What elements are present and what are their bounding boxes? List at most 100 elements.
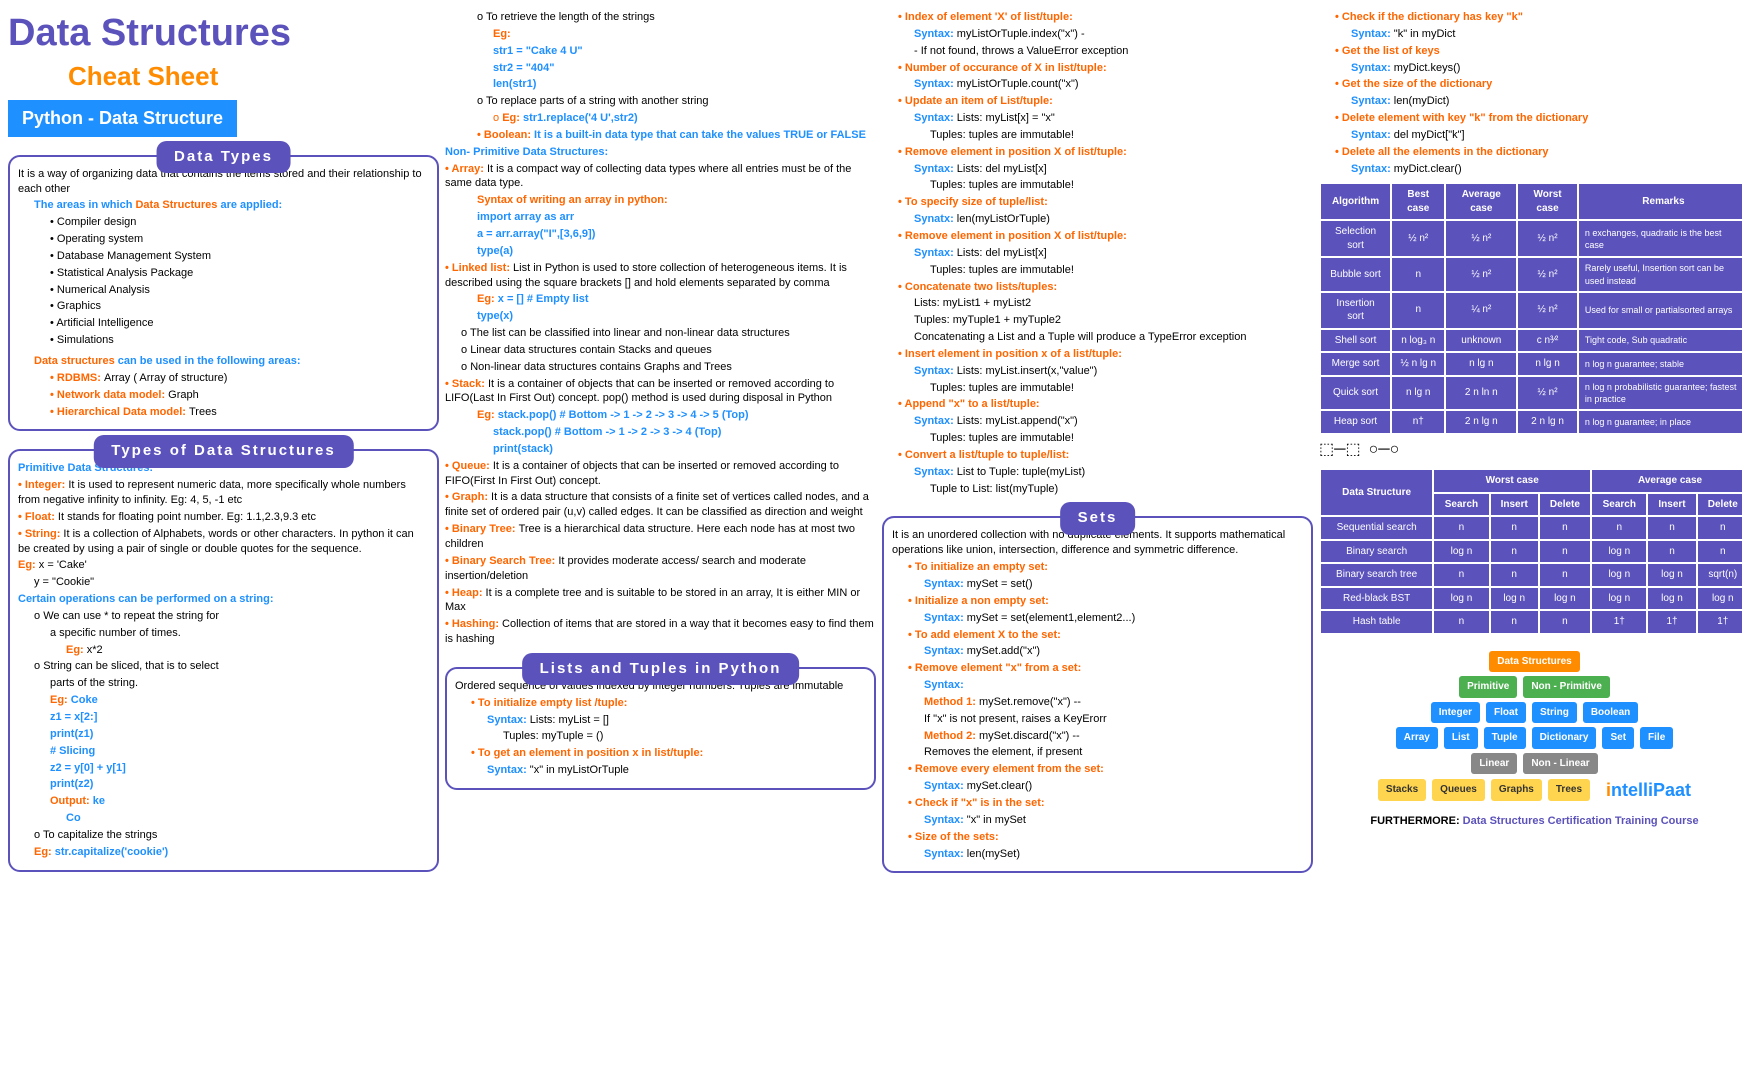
code-example: Syntax: "x" in mySet <box>892 813 1303 828</box>
table-header: Best case <box>1391 183 1445 220</box>
list-item: Graph: It is a data structure that consi… <box>445 490 876 520</box>
table-cell: log n <box>1591 587 1647 611</box>
table-cell: n <box>1647 540 1696 564</box>
body-text: a specific number of times. <box>18 626 429 641</box>
code-example: y = "Cookie" <box>18 575 429 590</box>
table-cell: n log n guarantee; stable <box>1578 352 1742 376</box>
list-item: We can use * to repeat the string for <box>18 609 429 624</box>
table-cell: log n <box>1433 587 1489 611</box>
table-header: Delete <box>1697 493 1742 517</box>
table-cell: log n <box>1591 540 1647 564</box>
table-cell: unknown <box>1445 329 1517 353</box>
code-example: Syntax: "x" in myListOrTuple <box>455 763 866 778</box>
table-row: Merge sort½ n lg nn lg nn lg nn log n gu… <box>1320 352 1742 376</box>
table-cell: n <box>1490 610 1539 634</box>
code-example: Syntax: Lists: myList = [] <box>455 713 866 728</box>
code-example: Method 2: mySet.discard("x") -- <box>892 729 1303 744</box>
footer-link[interactable]: Data Structures Certification Training C… <box>1463 815 1699 827</box>
body-text: Tuples: tuples are immutable! <box>882 381 1313 396</box>
table-cell: ½ n² <box>1517 292 1578 329</box>
table-cell: Used for small or partialsorted arrays <box>1578 292 1742 329</box>
list-item: String: It is a collection of Alphabets,… <box>18 527 429 557</box>
subheading: Get the list of keys <box>1319 44 1742 59</box>
list-item: Hashing: Collection of items that are st… <box>445 617 876 647</box>
subheading: Convert a list/tuple to tuple/list: <box>882 448 1313 463</box>
subheading: Index of element 'X' of list/tuple: <box>882 10 1313 25</box>
table-row: Shell sortn log₃ nunknownc n³⁄²Tight cod… <box>1320 329 1742 353</box>
list-item: RDBMS: Array ( Array of structure) <box>18 371 429 386</box>
code-example: Syntax: Lists: myList[x] = "x" <box>882 111 1313 126</box>
table-header: Search <box>1433 493 1489 517</box>
tree-node: List <box>1444 727 1478 749</box>
table-cell: n <box>1391 257 1445 291</box>
subheading: Delete element with key "k" from the dic… <box>1319 111 1742 126</box>
table-cell: 1† <box>1647 610 1696 634</box>
sets-heading: Sets <box>1060 502 1136 534</box>
tree-root: Data Structures <box>1489 651 1579 673</box>
body-text: The areas in which Data Structures are a… <box>18 198 429 213</box>
code-example: Eg: x = 'Cake' <box>18 558 429 573</box>
code-example: Syntax: "k" in myDict <box>1319 27 1742 42</box>
code-example: stack.pop() # Bottom -> 1 -> 2 -> 3 -> 4… <box>445 425 876 440</box>
subheading: To initialize empty list /tuple: <box>455 696 866 711</box>
topic-badge: Python - Data Structure <box>8 100 237 136</box>
code-example: Synatx: len(myListOrTuple) <box>882 212 1313 227</box>
table-cell: ¼ n² <box>1445 292 1517 329</box>
table-cell: Shell sort <box>1320 329 1391 353</box>
subheading: Check if the dictionary has key "k" <box>1319 10 1742 25</box>
table-cell: log n <box>1647 563 1696 587</box>
tree-node: Graphs <box>1491 779 1542 801</box>
table-cell: log n <box>1591 563 1647 587</box>
body-text: Removes the element, if present <box>892 745 1303 760</box>
table-header: Search <box>1591 493 1647 517</box>
code-example: Eg: str.capitalize('cookie') <box>18 845 429 860</box>
table-row: Heap sortn†2 n lg n2 n lg nn log n guara… <box>1320 410 1742 434</box>
table-cell: 2 n ln n <box>1445 376 1517 410</box>
table-cell: n <box>1591 516 1647 540</box>
table-cell: log n <box>1490 587 1539 611</box>
subheading: Remove element in position X of list/tup… <box>882 229 1313 244</box>
code-example: Syntax: del myDict["k"] <box>1319 128 1742 143</box>
table-cell: ½ n² <box>1517 257 1578 291</box>
subheading: Concatenate two lists/tuples: <box>882 280 1313 295</box>
list-item: Simulations <box>18 333 429 348</box>
tree-node: Tuple <box>1484 727 1526 749</box>
tree-node: Integer <box>1431 702 1480 724</box>
table-cell: ½ n² <box>1517 376 1578 410</box>
list-item: String can be sliced, that is to select <box>18 659 429 674</box>
subheading: Remove element "x" from a set: <box>892 661 1303 676</box>
list-item: Non-linear data structures contains Grap… <box>445 360 876 375</box>
tree-node: Non - Primitive <box>1523 676 1610 698</box>
table-header: Worst case <box>1517 183 1578 220</box>
table-row: Quick sortn lg n2 n ln n½ n²n log n prob… <box>1320 376 1742 410</box>
body-text: Tuples: tuples are immutable! <box>882 431 1313 446</box>
table-cell: n <box>1490 563 1539 587</box>
code-example: a = arr.array("I",[3,6,9]) <box>445 227 876 242</box>
table-cell: n lg n <box>1517 352 1578 376</box>
table-cell: Insertion sort <box>1320 292 1391 329</box>
sub-title: Cheat Sheet <box>68 59 439 94</box>
subheading: To add element X to the set: <box>892 628 1303 643</box>
code-example: Syntax: mySet = set(element1,element2...… <box>892 611 1303 626</box>
code-output: Co <box>18 811 429 826</box>
table-header: Algorithm <box>1320 183 1391 220</box>
table-header: Average case <box>1591 469 1742 493</box>
code-example: # Slicing <box>18 744 429 759</box>
body-text: Tuples: tuples are immutable! <box>882 263 1313 278</box>
table-header: Insert <box>1647 493 1696 517</box>
cheat-sheet-page: Data Structures Cheat Sheet Python - Dat… <box>8 8 1742 873</box>
list-item: Stack: It is a container of objects that… <box>445 377 876 407</box>
code-example: Syntax: len(myDict) <box>1319 94 1742 109</box>
list-item: To replace parts of a string with anothe… <box>445 94 876 109</box>
table-cell: n <box>1539 516 1591 540</box>
lists-tuples-heading: Lists and Tuples in Python <box>522 653 800 685</box>
tree-node: String <box>1532 702 1577 724</box>
tree-icon: ⬚─⬚ <box>1319 439 1361 461</box>
table-cell: log n <box>1433 540 1489 564</box>
table-cell: Selection sort <box>1320 220 1391 257</box>
code-example: Syntax: Lists: myList.append("x") <box>882 414 1313 429</box>
list-item: Integer: It is used to represent numeric… <box>18 478 429 508</box>
table-cell: n† <box>1391 410 1445 434</box>
dictionary-content: Check if the dictionary has key "k" Synt… <box>1319 8 1742 178</box>
tree-node: Array <box>1396 727 1438 749</box>
